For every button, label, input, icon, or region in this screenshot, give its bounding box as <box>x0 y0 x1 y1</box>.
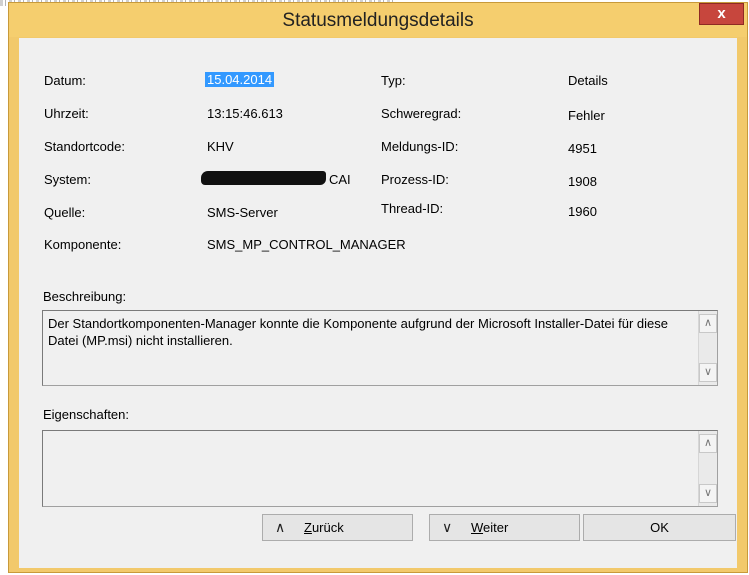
standortcode-label: Standortcode: <box>44 139 125 154</box>
redaction-mark <box>201 171 326 185</box>
eigenschaften-label: Eigenschaften: <box>43 407 130 422</box>
eigenschaften-scrollbar[interactable]: ∧ ∨ <box>698 431 717 506</box>
prozess-id-value: 1908 <box>568 174 597 189</box>
meldungs-id-value: 4951 <box>568 141 597 156</box>
thread-id-label: Thread-ID: <box>381 201 444 216</box>
ok-button[interactable]: OK <box>583 514 736 541</box>
uhrzeit-value: 13:15:46.613 <box>207 106 283 121</box>
typ-label: Typ: <box>381 73 406 88</box>
dialog-window: Statusmeldungsdetails x Datum: Uhrzeit: … <box>8 2 748 573</box>
weiter-button-label: Weiter <box>471 520 509 535</box>
beschreibung-label: Beschreibung: <box>43 289 127 304</box>
ok-button-label: OK <box>650 520 669 535</box>
system-label: System: <box>44 172 91 187</box>
schweregrad-value: Fehler <box>568 108 605 123</box>
scroll-down-icon[interactable]: ∨ <box>699 484 717 503</box>
komponente-label: Komponente: <box>44 237 122 252</box>
uhrzeit-label: Uhrzeit: <box>44 106 89 121</box>
window-title: Statusmeldungsdetails <box>282 10 474 31</box>
standortcode-value: KHV <box>207 139 234 154</box>
chevron-down-icon: ∨ <box>442 519 453 535</box>
datum-value-selected[interactable]: 15.04.2014 <box>205 72 275 87</box>
close-button[interactable]: x <box>699 3 744 25</box>
zurueck-button[interactable]: ∧ Zurück <box>262 514 413 541</box>
eigenschaften-textbox[interactable]: ∧ ∨ <box>42 430 718 507</box>
scroll-up-icon[interactable]: ∧ <box>699 434 717 453</box>
scroll-down-icon[interactable]: ∨ <box>699 363 717 382</box>
schweregrad-label: Schweregrad: <box>381 106 462 121</box>
meldungs-id-label: Meldungs-ID: <box>381 139 459 154</box>
chevron-up-icon: ∧ <box>275 519 286 535</box>
datum-label: Datum: <box>44 73 86 88</box>
typ-value: Details <box>568 73 608 88</box>
thread-id-value: 1960 <box>568 204 597 219</box>
weiter-button[interactable]: ∨ Weiter <box>429 514 580 541</box>
quelle-value: SMS-Server <box>207 205 278 220</box>
quelle-label: Quelle: <box>44 205 86 220</box>
scroll-up-icon[interactable]: ∧ <box>699 314 717 333</box>
title-bar[interactable]: Statusmeldungsdetails x <box>9 3 747 37</box>
dialog-client-area: Datum: Uhrzeit: Standortcode: System: Qu… <box>19 38 737 568</box>
zurueck-button-label: Zurück <box>304 520 344 535</box>
beschreibung-text: Der Standortkomponenten-Manager konnte d… <box>48 316 669 348</box>
datum-value[interactable]: 15.04.2014 <box>205 72 275 87</box>
komponente-value: SMS_MP_CONTROL_MANAGER <box>207 237 406 252</box>
beschreibung-textbox[interactable]: Der Standortkomponenten-Manager konnte d… <box>42 310 718 386</box>
system-value: CAI <box>329 172 351 187</box>
beschreibung-scrollbar[interactable]: ∧ ∨ <box>698 311 717 385</box>
prozess-id-label: Prozess-ID: <box>381 172 449 187</box>
